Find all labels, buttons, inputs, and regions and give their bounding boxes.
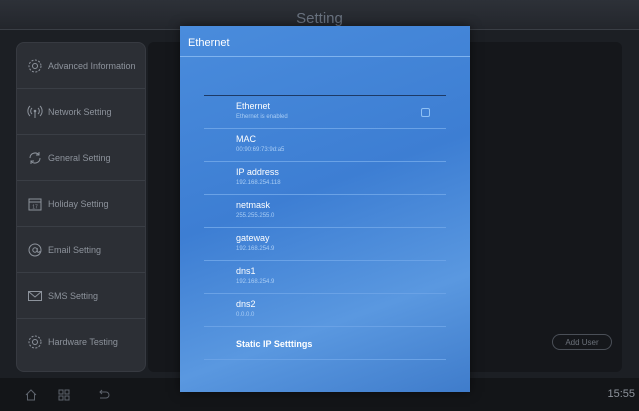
- row-value: 192.168.254.118: [236, 180, 281, 186]
- calendar-icon: 17: [27, 196, 43, 212]
- back-icon[interactable]: [96, 388, 110, 402]
- sidebar-item-advanced-information[interactable]: Advanced Information: [17, 43, 145, 89]
- row-label: gateway: [236, 233, 270, 243]
- refresh-icon: [27, 150, 43, 166]
- gear-icon: [27, 334, 43, 350]
- wireless-icon: [27, 104, 43, 120]
- sidebar-item-label: Email Setting: [48, 244, 102, 255]
- ethernet-toggle-row[interactable]: Ethernet Ethernet is enabled: [204, 96, 446, 129]
- row-label: dns2: [236, 299, 256, 309]
- row-value: 192.168.254.9: [236, 246, 275, 252]
- envelope-icon: [27, 288, 43, 304]
- sidebar-item-label: Network Setting: [48, 106, 112, 117]
- sidebar-item-hardware-testing[interactable]: Hardware Testing: [17, 319, 145, 365]
- ethernet-dialog: Ethernet Ethernet Ethernet is enabled MA…: [180, 26, 470, 392]
- apps-icon[interactable]: [57, 388, 71, 402]
- home-icon[interactable]: [24, 388, 38, 402]
- row-value: 0.0.0.0: [236, 312, 255, 318]
- ip-address-row: IP address 192.168.254.118: [204, 162, 446, 195]
- row-value: 255.255.255.0: [236, 213, 275, 219]
- mac-row: MAC 00:90:69:73:9d:a5: [204, 129, 446, 162]
- sidebar-item-sms-setting[interactable]: SMS Setting: [17, 273, 145, 319]
- row-value: Ethernet is enabled: [236, 114, 288, 120]
- sidebar-item-holiday-setting[interactable]: 17 Holiday Setting: [17, 181, 145, 227]
- row-label: netmask: [236, 200, 271, 210]
- settings-sidebar: Advanced Information Network Setting Gen…: [16, 42, 146, 372]
- sidebar-item-label: Hardware Testing: [48, 337, 118, 347]
- sidebar-item-label: Holiday Setting: [48, 198, 109, 209]
- gateway-row: gateway 192.168.254.9: [204, 228, 446, 261]
- sidebar-item-network-setting[interactable]: Network Setting: [17, 89, 145, 135]
- netmask-row: netmask 255.255.255.0: [204, 195, 446, 228]
- dialog-title: Ethernet: [188, 37, 230, 49]
- row-label: dns1: [236, 266, 256, 276]
- at-icon: [27, 242, 43, 258]
- sidebar-item-label: SMS Setting: [48, 290, 99, 301]
- ethernet-enabled-checkbox[interactable]: [421, 108, 430, 117]
- dns1-row: dns1 192.168.254.9: [204, 261, 446, 294]
- page-title: Setting: [296, 10, 343, 27]
- static-ip-settings-row[interactable]: Static IP Setttings: [204, 327, 446, 360]
- sidebar-item-label: General Setting: [48, 152, 111, 163]
- sidebar-item-general-setting[interactable]: General Setting: [17, 135, 145, 181]
- svg-text:17: 17: [32, 204, 38, 210]
- dns2-row: dns2 0.0.0.0: [204, 294, 446, 327]
- sidebar-item-label: Advanced Information: [48, 60, 136, 71]
- row-label: MAC: [236, 134, 256, 144]
- row-value: 192.168.254.9: [236, 279, 275, 285]
- sidebar-item-email-setting[interactable]: Email Setting: [17, 227, 145, 273]
- row-label: IP address: [236, 167, 279, 177]
- row-label: Static IP Setttings: [236, 339, 313, 349]
- title-divider: [180, 56, 470, 57]
- status-clock: 15:55: [607, 388, 635, 400]
- row-label: Ethernet: [236, 101, 271, 111]
- gear-icon: [27, 58, 43, 74]
- add-user-button[interactable]: Add User: [552, 334, 612, 350]
- row-value: 00:90:69:73:9d:a5: [236, 147, 285, 153]
